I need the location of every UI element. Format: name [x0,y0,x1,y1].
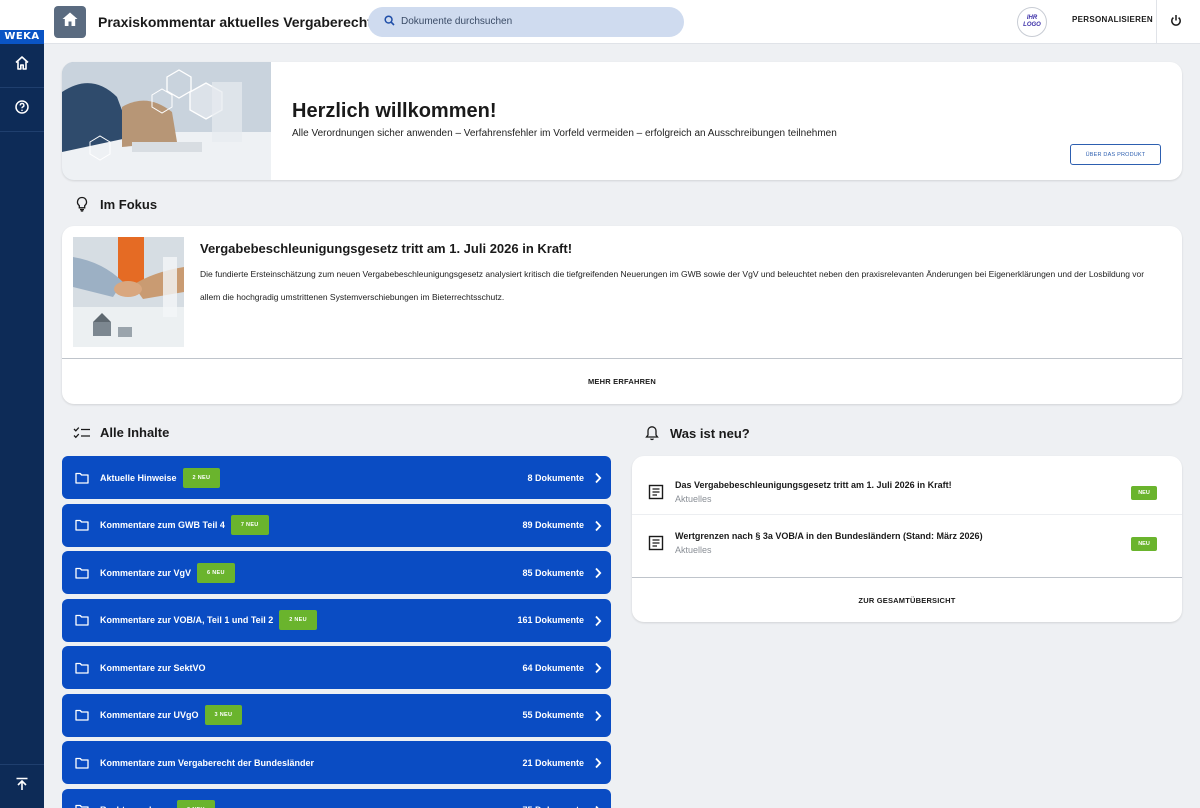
search-input[interactable] [401,16,661,27]
help-icon [14,99,30,120]
overview-button[interactable]: ZUR GESAMTÜBERSICHT [632,578,1182,622]
news-title: Wertgrenzen nach § 3a VOB/A in den Bunde… [675,531,983,541]
welcome-card: Herzlich willkommen! Alle Verordnungen s… [62,62,1182,180]
document-count: 21 Dokumente [522,757,584,768]
scroll-to-top-button[interactable] [0,764,44,808]
scroll-top-icon [14,776,30,797]
news-heading-label: Was ist neu? [670,425,750,441]
folder-icon [75,709,89,721]
search-icon [384,13,395,31]
chevron-right-icon [594,756,602,774]
chevron-right-icon [594,471,602,489]
welcome-title: Herzlich willkommen! [292,100,497,122]
news-category: Aktuelles [675,545,712,555]
content-category-label: Kommentare zum Vergaberecht der Bundeslä… [100,757,315,768]
chevron-right-icon [594,661,602,679]
contents-heading-label: Alle Inhalte [100,425,170,440]
focus-heading-label: Im Fokus [100,196,158,212]
home-icon [61,11,79,32]
folder-icon [75,804,89,808]
document-count: 64 Dokumente [522,662,584,673]
chevron-right-icon [594,804,602,808]
folder-icon [75,519,89,531]
content-category-row[interactable]: Kommentare zur VOB/A, Teil 1 und Teil 2 2… [62,598,611,642]
content-category-row[interactable]: Kommentare zur VgV 6 NEU 85 Dokumente [62,551,611,594]
folder-icon [75,662,89,674]
content-category-label: Kommentare zum GWB Teil 4 [100,520,225,530]
about-product-button[interactable]: ÜBER DAS PRODUKT [1070,144,1161,165]
document-icon [648,484,664,505]
new-count-badge: 2 NEU [177,800,215,808]
new-count-badge: 7 NEU [230,515,269,535]
checklist-icon [72,426,92,440]
content-category-label: Kommentare zur VgV [100,567,192,578]
content-category-row[interactable]: Kommentare zum GWB Teil 4 7 NEU 89 Dokumen… [62,503,611,547]
news-item[interactable]: Wertgrenzen nach § 3a VOB/A in den Bunde… [632,515,1182,566]
folder-icon [75,614,89,626]
new-count-badge: 6 NEU [197,562,235,583]
chevron-right-icon [594,614,602,632]
news-category: Aktuelles [675,494,712,504]
new-badge: NEU [1131,486,1157,500]
power-icon [1170,14,1182,31]
news-heading: Was ist neu? [642,425,750,441]
home-button[interactable] [54,5,86,38]
weka-logo[interactable]: WEKA [0,0,44,44]
news-card: Das Vergabebeschleunigungsgesetz tritt a… [632,456,1182,622]
customer-logo: IHR LOGO [1017,7,1047,37]
top-bar: Praxiskommentar aktuelles Vergaberecht I… [44,0,1200,44]
bell-icon [642,425,662,441]
new-count-badge: 2 NEU [182,467,221,488]
document-count: 8 Dokumente [527,472,584,483]
content-category-row[interactable]: Kommentare zur SektVO 64 Dokumente [62,646,611,689]
page-title: Praxiskommentar aktuelles Vergaberecht [98,13,372,30]
personalize-button[interactable]: PERSONALISIEREN [1072,15,1153,24]
content-category-label: Aktuelle Hinweise [100,472,177,483]
welcome-subtitle: Alle Verordnungen sicher anwenden – Verf… [292,128,837,139]
content-category-label: Kommentare zur VOB/A, Teil 1 und Teil 2 [100,615,274,625]
focus-title[interactable]: Vergabebeschleunigungsgesetz tritt am 1.… [200,241,572,256]
content-category-row[interactable]: Aktuelle Hinweise 2 NEU 8 Dokumente [62,456,611,499]
content-category-row[interactable]: Kommentare zum Vergaberecht der Bundeslä… [62,741,611,784]
focus-card: Vergabebeschleunigungsgesetz tritt am 1.… [62,226,1182,404]
content-category-row[interactable]: Kommentare zur UVgO 3 NEU 55 Dokumente [62,693,611,737]
news-title: Das Vergabebeschleunigungsgesetz tritt a… [675,480,952,490]
contents-list: Aktuelle Hinweise 2 NEU 8 Dokumente Komment… [62,456,611,808]
sidebar: WEKA [0,0,44,808]
search-bar[interactable] [368,6,684,37]
new-badge: NEU [1131,537,1157,551]
sidebar-home-button[interactable] [0,44,44,88]
chevron-right-icon [594,566,602,584]
chevron-right-icon [594,709,602,727]
folder-icon [75,567,89,579]
sidebar-help-button[interactable] [0,88,44,132]
document-count: 161 Dokumente [517,615,584,625]
folder-icon [75,472,89,484]
home-icon [14,55,30,76]
document-count: 85 Dokumente [522,567,584,578]
news-item[interactable]: Das Vergabebeschleunigungsgesetz tritt a… [632,464,1182,515]
document-icon [648,535,664,556]
content-category-label: Kommentare zur UVgO [100,710,199,720]
focus-image [73,237,184,347]
document-count: 55 Dokumente [522,710,584,720]
chevron-right-icon [594,519,602,537]
divider [1156,0,1157,44]
weka-logo-text: WEKA [0,30,44,44]
welcome-image [62,62,271,180]
new-count-badge: 2 NEU [279,610,317,630]
document-count: 89 Dokumente [522,520,584,530]
content-category-label: Kommentare zur SektVO [100,662,206,673]
folder-icon [75,757,89,769]
focus-text: Die fundierte Ersteinschätzung zum neuen… [200,269,1145,302]
lightbulb-icon [72,196,92,212]
focus-heading: Im Fokus [72,196,157,212]
logout-button[interactable] [1170,14,1182,32]
new-count-badge: 3 NEU [204,705,243,725]
content-category-row[interactable]: Rechtsprechung2 NEU75 Dokumente [62,788,611,808]
more-button[interactable]: MEHR ERFAHREN [62,359,1182,404]
contents-heading: Alle Inhalte [72,425,169,440]
